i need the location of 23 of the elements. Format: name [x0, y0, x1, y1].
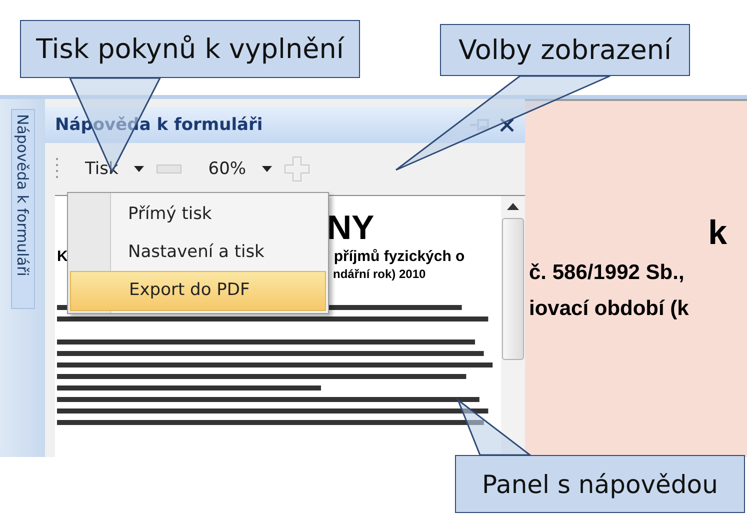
callout-label: Tisk pokynů k vyplnění	[20, 20, 360, 78]
callout-label: Volby zobrazení	[440, 24, 690, 76]
pin-icon[interactable]	[469, 116, 491, 134]
scroll-up-icon[interactable]	[507, 202, 519, 210]
document-text: k	[707, 213, 728, 254]
document-text: iovací období (k	[528, 296, 690, 322]
menu-item[interactable]: Export do PDF	[70, 271, 326, 311]
document-subtitle: příjmů fyzických o	[334, 248, 465, 265]
scrollbar-thumb[interactable]	[502, 218, 524, 360]
zoom-dropdown[interactable]: 60%	[204, 157, 250, 181]
side-tab[interactable]: Nápověda k formuláři	[10, 109, 34, 309]
caret-icon[interactable]	[134, 166, 144, 172]
menu-item[interactable]: Nastavení a tisk	[70, 233, 326, 271]
close-icon[interactable]	[499, 117, 515, 133]
grip-icon[interactable]	[55, 157, 59, 181]
vertical-scrollbar[interactable]	[501, 196, 525, 457]
document-subtitle: ndářní rok) 2010	[333, 267, 427, 281]
menu-item[interactable]: Přímý tisk	[70, 195, 326, 233]
document-subtitle: K	[57, 248, 68, 265]
callout-label: Panel s nápovědou	[455, 455, 745, 513]
document-text: č. 586/1992 Sb.,	[528, 260, 686, 286]
document-heading: NY	[327, 210, 376, 246]
caret-icon[interactable]	[262, 166, 272, 172]
